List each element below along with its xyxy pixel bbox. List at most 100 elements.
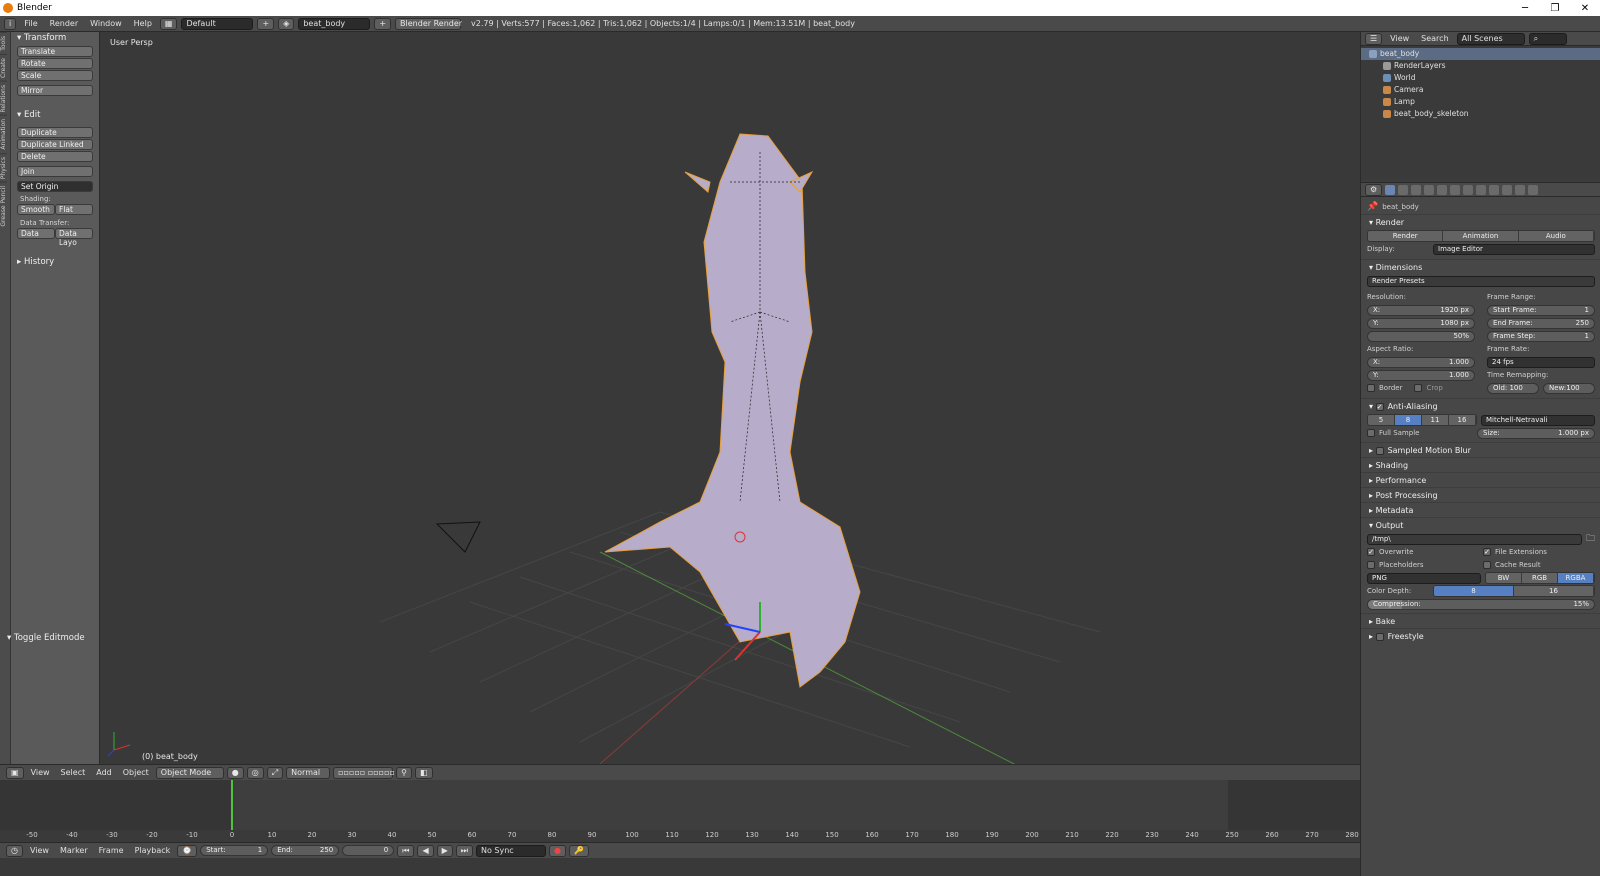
render-layers-tab-icon[interactable] — [1398, 184, 1409, 195]
color-rgba-button[interactable]: RGBA — [1558, 573, 1594, 583]
depth-8-button[interactable]: 8 — [1434, 586, 1514, 596]
smooth-button[interactable]: Smooth — [17, 204, 55, 215]
render-panel-header[interactable]: ▾ Render — [1361, 214, 1600, 229]
resolution-y-field[interactable]: Y: 1080 px — [1367, 317, 1475, 329]
audio-button[interactable]: Audio — [1518, 231, 1594, 241]
aspect-x-field[interactable]: X: 1.000 — [1367, 356, 1475, 368]
pin-icon[interactable]: 📌 — [1367, 202, 1378, 212]
menu-playback[interactable]: Playback — [131, 846, 175, 855]
outliner-item[interactable]: Camera — [1361, 84, 1600, 96]
menu-view-timeline[interactable]: View — [26, 846, 53, 855]
menu-help[interactable]: Help — [130, 19, 156, 28]
outliner-menu-search[interactable]: Search — [1417, 34, 1452, 43]
tab-relations[interactable]: Relations — [0, 80, 7, 116]
scene-field[interactable]: beat_body — [298, 17, 371, 30]
flat-button[interactable]: Flat — [55, 204, 93, 215]
compression-slider[interactable]: Compression: 15% — [1367, 598, 1595, 610]
sampled-motion-blur-panel-header[interactable]: ▸ Sampled Motion Blur — [1361, 442, 1600, 457]
timeline-area[interactable]: -50 -40 -30 -20 -10 0 10 20 30 40 50 60 70 80 90 100 110… — [0, 780, 1360, 842]
mesh-object[interactable] — [604, 133, 861, 688]
data-layout-button[interactable]: Data Layo — [55, 228, 93, 247]
file-extensions-checkbox[interactable]: File Extensions — [1483, 548, 1595, 556]
camera-object[interactable] — [435, 521, 481, 553]
tab-tools[interactable]: Tools — [0, 32, 7, 54]
frame-rate-select[interactable]: 24 fps — [1487, 356, 1595, 368]
object-tab-icon[interactable] — [1437, 184, 1448, 195]
outliner-item[interactable]: beat_body_skeleton — [1361, 108, 1600, 120]
mirror-button[interactable]: Mirror — [17, 85, 93, 96]
viewport-canvas[interactable] — [100, 32, 1360, 764]
aa-samples-8-button[interactable]: 8 — [1395, 415, 1422, 425]
dimensions-panel-header[interactable]: ▾ Dimensions — [1361, 259, 1600, 274]
aa-enable-checkbox[interactable] — [1375, 402, 1384, 411]
outliner-display-select[interactable]: All Scenes — [1456, 32, 1525, 45]
sync-select[interactable]: No Sync — [475, 844, 546, 857]
jump-start-icon[interactable]: ⏮ — [397, 844, 415, 857]
freestyle-panel-header[interactable]: ▸ Freestyle — [1361, 628, 1600, 643]
physics-tab-icon[interactable] — [1528, 184, 1539, 195]
depth-16-button[interactable]: 16 — [1514, 586, 1594, 596]
menu-render[interactable]: Render — [46, 19, 82, 28]
keying-set-icon[interactable]: 🔑 — [568, 844, 589, 857]
tab-animation[interactable]: Animation — [0, 115, 7, 153]
viewport-shading-icon[interactable]: ● — [226, 766, 244, 779]
outliner-item[interactable]: Lamp — [1361, 96, 1600, 108]
crop-checkbox[interactable]: Crop — [1414, 384, 1443, 392]
aa-samples-5-button[interactable]: 5 — [1368, 415, 1395, 425]
render-preview-icon[interactable]: ◧ — [415, 766, 433, 779]
data-tab-icon[interactable] — [1476, 184, 1487, 195]
set-origin-select[interactable]: Set Origin — [17, 181, 93, 192]
outliner-item[interactable]: RenderLayers — [1361, 60, 1600, 72]
texture-tab-icon[interactable] — [1502, 184, 1513, 195]
duplicate-linked-button[interactable]: Duplicate Linked — [17, 139, 93, 150]
menu-select[interactable]: Select — [57, 768, 90, 777]
animation-button[interactable]: Animation — [1443, 231, 1519, 241]
snap-icon[interactable]: ⚲ — [396, 766, 413, 779]
aa-samples-11-button[interactable]: 11 — [1422, 415, 1449, 425]
menu-file[interactable]: File — [20, 19, 41, 28]
join-button[interactable]: Join — [17, 166, 93, 177]
menu-window[interactable]: Window — [86, 19, 126, 28]
menu-object[interactable]: Object — [119, 768, 153, 777]
resolution-x-field[interactable]: X: 1920 px — [1367, 304, 1475, 316]
record-icon[interactable]: ● — [548, 844, 566, 857]
jump-end-icon[interactable]: ⏭ — [455, 844, 473, 857]
output-panel-header[interactable]: ▾ Output — [1361, 517, 1600, 532]
scene-icon[interactable]: ◈ — [278, 17, 295, 30]
color-bw-button[interactable]: BW — [1486, 573, 1522, 583]
aa-filter-select[interactable]: Mitchell-Netravali — [1481, 414, 1595, 426]
outliner-item[interactable]: World — [1361, 72, 1600, 84]
data-button[interactable]: Data — [17, 228, 55, 239]
post-processing-panel-header[interactable]: ▸ Post Processing — [1361, 487, 1600, 502]
rotate-button[interactable]: Rotate — [17, 58, 93, 69]
remap-old-field[interactable]: Old: 100 — [1487, 382, 1539, 394]
outliner-menu-view[interactable]: View — [1386, 34, 1413, 43]
cache-result-checkbox[interactable]: Cache Result — [1483, 561, 1595, 569]
menu-frame[interactable]: Frame — [95, 846, 128, 855]
shading-panel-header[interactable]: ▸ Shading — [1361, 457, 1600, 472]
border-checkbox[interactable]: Border — [1367, 384, 1402, 392]
tab-physics[interactable]: Physics — [0, 152, 7, 183]
frame-step-field[interactable]: Frame Step: 1 — [1487, 330, 1595, 342]
world-tab-icon[interactable] — [1424, 184, 1435, 195]
minimize-button[interactable]: ─ — [1510, 3, 1540, 14]
folder-icon[interactable]: 🗀 — [1586, 531, 1595, 547]
render-tab-icon[interactable] — [1385, 184, 1396, 195]
start-frame-prop-field[interactable]: Start Frame: 1 — [1487, 304, 1595, 316]
add-layout-button[interactable]: + — [257, 17, 275, 30]
overwrite-checkbox[interactable]: Overwrite — [1367, 548, 1479, 556]
layout-icon[interactable]: ▦ — [159, 17, 178, 30]
placeholders-checkbox[interactable]: Placeholders — [1367, 561, 1479, 569]
performance-panel-header[interactable]: ▸ Performance — [1361, 472, 1600, 487]
color-rgb-button[interactable]: RGB — [1522, 573, 1558, 583]
pivot-point-icon[interactable]: ◎ — [246, 766, 264, 779]
manipulator-icon[interactable]: ⤢ — [266, 766, 284, 779]
particles-tab-icon[interactable] — [1515, 184, 1526, 195]
editor-type-info[interactable]: i — [4, 17, 17, 30]
remap-new-field[interactable]: New:100 — [1543, 382, 1595, 394]
mode-select[interactable]: Object Mode — [155, 766, 224, 779]
editor-type-timeline-button[interactable]: ◷ — [6, 844, 23, 857]
render-presets-select[interactable]: Render Presets — [1367, 275, 1595, 287]
maximize-button[interactable]: ❐ — [1540, 3, 1570, 14]
tab-create[interactable]: Create — [0, 53, 7, 81]
